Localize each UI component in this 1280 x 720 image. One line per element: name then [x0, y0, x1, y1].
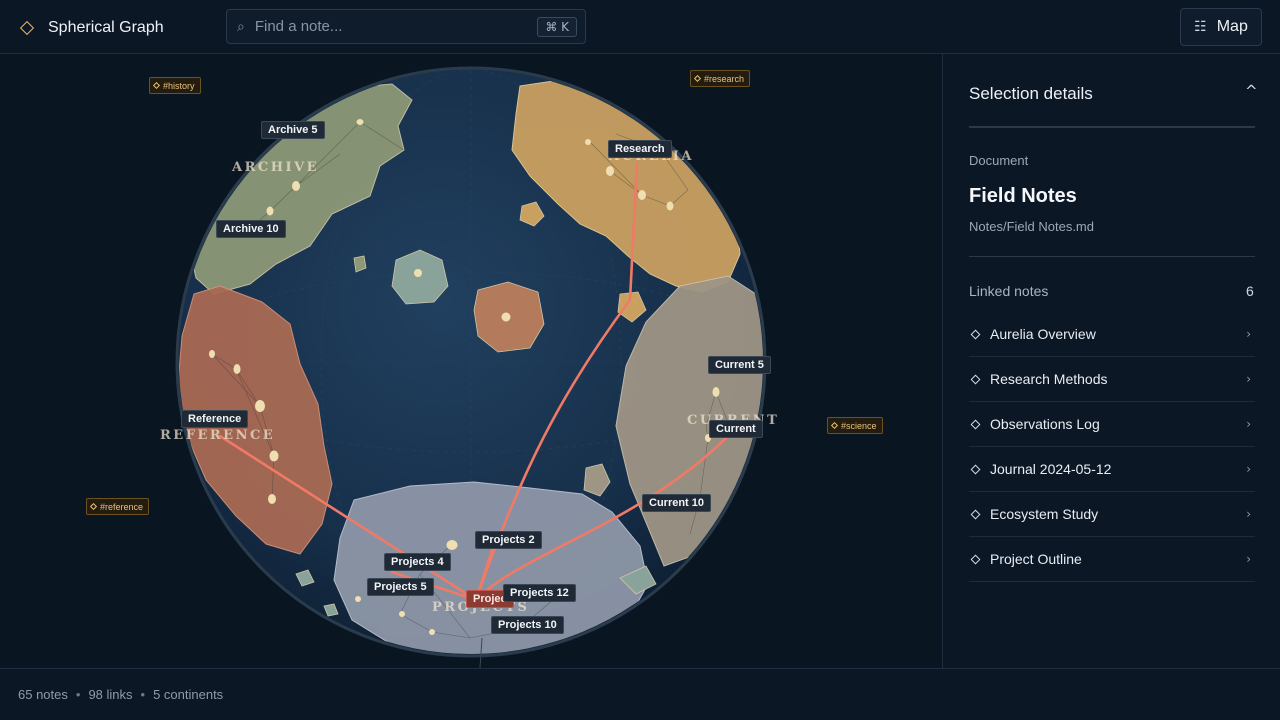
- links-count: 98 links: [88, 687, 133, 702]
- linked-note-label: Journal 2024-05-12: [990, 461, 1112, 477]
- node-label-archive-5[interactable]: Archive 5: [261, 121, 325, 139]
- node-label-projects-5[interactable]: Projects 5: [367, 578, 434, 596]
- linked-note-label: Ecosystem Study: [990, 506, 1099, 522]
- continent-label-reference: REFERENCE: [160, 428, 276, 443]
- continents-count: 5 continents: [153, 687, 224, 702]
- linked-note-item[interactable]: Research Methods ›: [969, 357, 1255, 402]
- chevron-right-icon: ›: [1246, 462, 1251, 476]
- node-label-current[interactable]: Current: [709, 420, 763, 438]
- linked-note-label: Research Methods: [990, 371, 1108, 387]
- list-icon: ☷: [1194, 19, 1207, 35]
- linked-note-item[interactable]: Journal 2024-05-12 ›: [969, 447, 1255, 492]
- selection-details-panel: Selection details ^ Document Field Notes…: [942, 54, 1280, 668]
- diamond-icon: [970, 554, 981, 564]
- node-label-projects-4[interactable]: Projects 4: [384, 553, 451, 571]
- linked-note-label: Project Outline: [990, 551, 1082, 567]
- diamond-icon: [970, 509, 981, 519]
- chevron-right-icon: ›: [1246, 417, 1251, 431]
- chevron-right-icon: ›: [1246, 507, 1251, 521]
- linked-note-item[interactable]: Observations Log ›: [969, 402, 1255, 447]
- linked-note-item[interactable]: Aurelia Overview ›: [969, 312, 1255, 357]
- map-view-button[interactable]: ☷ Map: [1180, 8, 1262, 46]
- tag-label: #science: [841, 420, 877, 431]
- diamond-icon: [970, 329, 981, 339]
- document-kind: Document: [969, 153, 1029, 168]
- document-path: Notes/Field Notes.md: [969, 219, 1094, 234]
- separator: •: [75, 687, 81, 702]
- diamond-icon: [970, 464, 981, 474]
- graph-canvas[interactable]: #history #research #science #reference A…: [0, 54, 942, 668]
- panel-divider: [969, 126, 1255, 128]
- linked-note-item[interactable]: Project Outline ›: [969, 537, 1255, 582]
- linked-note-label: Observations Log: [990, 416, 1100, 432]
- tag-reference[interactable]: #reference: [86, 498, 150, 515]
- shortcut-badge: ⌘ K: [537, 16, 577, 37]
- brand[interactable]: Spherical Graph: [18, 16, 164, 40]
- node-label-projects-2[interactable]: Projects 2: [475, 531, 542, 549]
- tag-research[interactable]: #research: [690, 70, 751, 87]
- tag-science[interactable]: #science: [827, 417, 883, 434]
- diamond-icon: [693, 74, 702, 83]
- diamond-icon: [19, 20, 35, 36]
- separator: •: [140, 687, 146, 702]
- search-input[interactable]: [254, 18, 538, 35]
- linked-notes-count: 6: [1246, 283, 1254, 299]
- tag-label: #reference: [100, 501, 144, 512]
- node-label-reference[interactable]: Reference: [181, 410, 249, 428]
- chevron-right-icon: ›: [1246, 552, 1251, 566]
- status-bar: 65 notes • 98 links • 5 continents: [0, 668, 1280, 720]
- map-button-label: Map: [1216, 18, 1248, 35]
- diamond-icon: [970, 419, 981, 429]
- app-header: Spherical Graph ⌕ ⌘ K ☷ Map: [0, 0, 1280, 54]
- diamond-icon: [89, 502, 98, 511]
- linked-notes-label: Linked notes: [969, 283, 1049, 299]
- notes-count: 65 notes: [18, 687, 68, 702]
- tag-history[interactable]: #history: [149, 77, 201, 94]
- continent-label-archive: ARCHIVE: [232, 160, 320, 175]
- search-box[interactable]: ⌕ ⌘ K: [226, 9, 586, 44]
- chevron-right-icon: ›: [1246, 372, 1251, 386]
- diamond-icon: [830, 421, 839, 430]
- panel-divider: [969, 256, 1255, 257]
- node-label-current-5[interactable]: Current 5: [708, 356, 771, 374]
- collapse-icon[interactable]: ^: [1245, 82, 1258, 100]
- node-label-projects-10[interactable]: Projects 10: [491, 616, 564, 634]
- panel-title: Selection details: [969, 84, 1093, 103]
- linked-note-label: Aurelia Overview: [990, 326, 1096, 342]
- linked-notes-list: Aurelia Overview › Research Methods › Ob…: [969, 312, 1255, 582]
- chevron-right-icon: ›: [1246, 327, 1251, 341]
- linked-note-item[interactable]: Ecosystem Study ›: [969, 492, 1255, 537]
- diamond-icon: [152, 81, 161, 90]
- globe-svg[interactable]: [0, 54, 942, 668]
- app-title: Spherical Graph: [48, 19, 164, 36]
- node-label-archive-10[interactable]: Archive 10: [216, 220, 286, 238]
- search-icon: ⌕: [237, 18, 245, 34]
- diamond-icon: [970, 374, 981, 384]
- node-label-research[interactable]: Research: [608, 140, 672, 158]
- node-label-current-10[interactable]: Current 10: [642, 494, 712, 512]
- tag-label: #research: [704, 73, 745, 84]
- node-label-projects-12[interactable]: Projects 12: [503, 584, 576, 602]
- document-title: Field Notes: [969, 185, 1077, 207]
- tag-label: #history: [163, 80, 195, 91]
